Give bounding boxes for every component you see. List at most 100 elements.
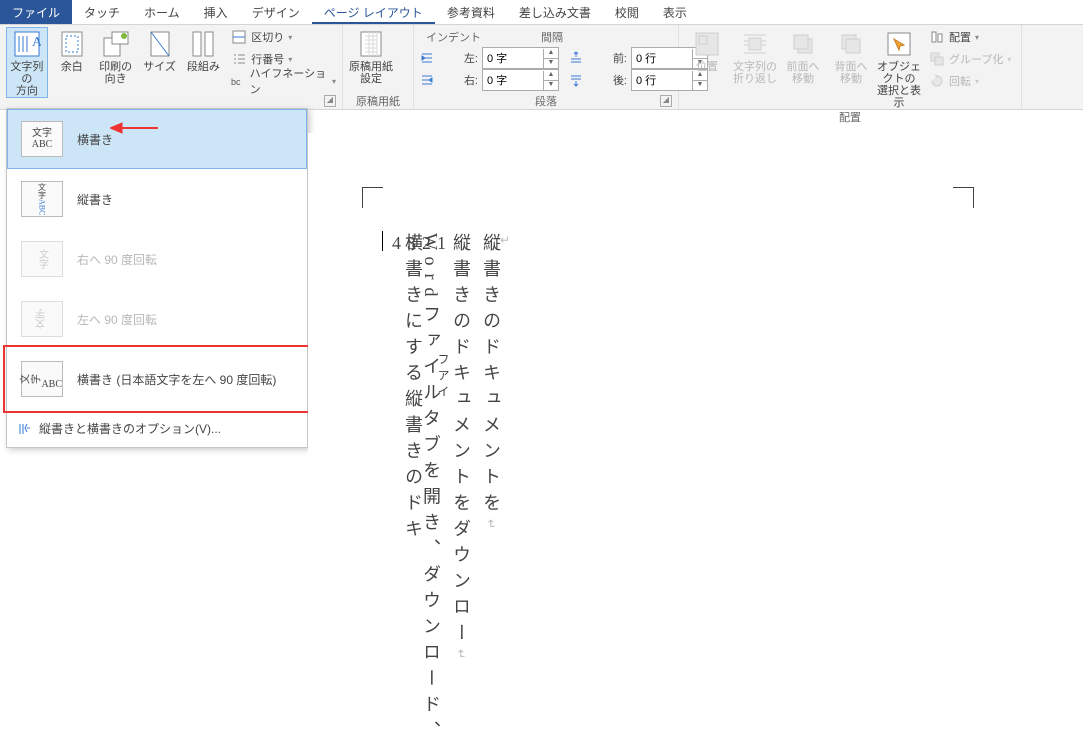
bring-forward-label: 前面へ移動	[787, 61, 820, 85]
dd-vertical-thumb: 文字ABC	[21, 181, 63, 217]
orientation-label: 印刷の向き	[99, 61, 132, 85]
send-backward-button: 背面へ移動	[829, 27, 873, 85]
arrange-group-label: 配置	[685, 109, 1015, 125]
dd-horizontal-thumb: 文字ABC	[21, 121, 63, 157]
svg-text:bc: bc	[231, 77, 241, 87]
tab-review[interactable]: 校閲	[603, 0, 651, 24]
rotate-label: 回転	[949, 73, 971, 89]
tab-page-layout[interactable]: ページ レイアウト	[312, 0, 435, 24]
ribbon-tabs: ファイル タッチ ホーム 挿入 デザイン ページ レイアウト 参考資料 差し込み…	[0, 0, 1083, 25]
dd-horizontal[interactable]: 文字ABC 横書き	[7, 109, 307, 169]
svg-text:A: A	[32, 35, 41, 50]
text-cursor	[382, 231, 383, 251]
dd-vertical[interactable]: 文字ABC 縦書き	[7, 169, 307, 229]
spacing-before-icon	[569, 51, 583, 65]
doc-col-4: 横書きにする縦書きのドキ	[398, 233, 428, 545]
document-area[interactable]: 縦書きのドキュメントを↵ 縦書きのドキュメントをダウンロー↵ Wordファイルタ…	[308, 133, 1083, 680]
margins-label: 余白	[61, 61, 83, 73]
position-label: 位置	[696, 61, 718, 73]
dd-options-label: 縦書きと横書きのオプション(V)...	[39, 420, 221, 437]
tab-touch[interactable]: タッチ	[72, 0, 132, 24]
return-mark: ↵	[500, 233, 510, 247]
indent-right-icon	[420, 73, 434, 87]
manuscript-button[interactable]: 原稿用紙設定	[349, 27, 393, 85]
selection-pane-button[interactable]: オブジェクトの選択と表示	[877, 27, 921, 109]
indent-left-icon	[420, 51, 434, 65]
group-objects-label: グループ化	[949, 51, 1003, 67]
indent-title: インデント	[426, 29, 481, 45]
hyphenation-button[interactable]: bcハイフネーション▾	[231, 71, 336, 91]
text-direction-dropdown: 文字ABC 横書き 文字ABC 縦書き 文字 右へ 90 度回転 文字 左へ 9…	[6, 108, 308, 448]
group-paragraph: インデント 間隔 左:▲▼ 右:▲▼ 前:▲▼ 後:▲▼ 段落◢	[414, 25, 679, 109]
dd-horizontal-rot90-label: 横書き (日本語文字を左へ 90 度回転)	[77, 371, 276, 388]
tab-references[interactable]: 参考資料	[435, 0, 507, 24]
indent-left-label: 左:	[438, 50, 478, 66]
align-label: 配置	[949, 29, 971, 45]
doc-col-5: 4321	[392, 233, 452, 254]
tab-insert[interactable]: 挿入	[192, 0, 240, 24]
tab-file[interactable]: ファイル	[0, 0, 72, 24]
hyphenation-label: ハイフネーション	[250, 65, 328, 97]
orientation-button[interactable]: 印刷の向き	[96, 27, 136, 85]
dd-horizontal-rot90[interactable]: 文字ABC 横書き (日本語文字を左へ 90 度回転)	[7, 349, 307, 409]
dd-rotate-right: 文字 右へ 90 度回転	[7, 229, 307, 289]
group-objects-button: グループ化▾	[929, 49, 1011, 69]
indent-right-spinner[interactable]: ▲▼	[543, 71, 558, 90]
dd-horizontal-rot90-thumb: 文字ABC	[21, 361, 63, 397]
wrap-button: 文字列の折り返し	[733, 27, 777, 85]
dd-rotate-left-thumb: 文字	[21, 301, 63, 337]
align-button[interactable]: 配置▾	[929, 27, 1011, 47]
spacing-after-label: 後:	[587, 72, 627, 88]
doc-col-3: フアイ	[428, 353, 458, 401]
margin-corner-tl	[362, 187, 383, 208]
wrap-label: 文字列の折り返し	[733, 61, 777, 85]
tab-mailings[interactable]: 差し込み文書	[507, 0, 603, 24]
doc-col-1: 縦書きのドキュメントをダウンロー↵	[446, 233, 476, 667]
dd-horizontal-label: 横書き	[77, 131, 113, 148]
tab-home[interactable]: ホーム	[132, 0, 192, 24]
rotate-button: 回転▾	[929, 71, 1011, 91]
paragraph-dialog-launcher[interactable]: ◢	[660, 95, 672, 107]
dd-rotate-left: 文字 左へ 90 度回転	[7, 289, 307, 349]
spacing-title: 間隔	[541, 29, 563, 45]
group-page-setup: A 文字列の方向 余白 印刷の向き サイズ 段組み 区切り▾ 行番号▾	[0, 25, 343, 109]
dd-separator	[7, 411, 307, 412]
breaks-button[interactable]: 区切り▾	[231, 27, 336, 47]
columns-button[interactable]: 段組み	[183, 27, 223, 73]
dd-rotate-right-label: 右へ 90 度回転	[77, 251, 157, 268]
size-label: サイズ	[143, 61, 176, 73]
size-button[interactable]: サイズ	[140, 27, 180, 73]
spacing-after-icon	[569, 73, 583, 87]
dd-rotate-right-thumb: 文字	[21, 241, 63, 277]
text-direction-options-icon	[17, 422, 31, 436]
manuscript-group-label: 原稿用紙	[349, 93, 407, 109]
position-button: 位置	[685, 27, 729, 73]
margin-corner-tr	[953, 187, 974, 208]
doc-col-0: 縦書きのドキュメントを↵	[476, 233, 506, 537]
indent-right-label: 右:	[438, 72, 478, 88]
group-arrange: 位置 文字列の折り返し 前面へ移動 背面へ移動 オブジェクトの選択と表示 配置▾…	[679, 25, 1022, 109]
selection-pane-label: オブジェクトの選択と表示	[877, 61, 921, 109]
tab-design[interactable]: デザイン	[240, 0, 312, 24]
text-direction-label: 文字列の方向	[7, 61, 47, 97]
page-setup-dialog-launcher[interactable]: ◢	[324, 95, 336, 107]
send-backward-label: 背面へ移動	[835, 61, 868, 85]
page: 縦書きのドキュメントを↵ 縦書きのドキュメントをダウンロー↵ Wordファイルタ…	[348, 173, 988, 693]
bring-forward-button: 前面へ移動	[781, 27, 825, 85]
ribbon: A 文字列の方向 余白 印刷の向き サイズ 段組み 区切り▾ 行番号▾	[0, 25, 1083, 110]
indent-left-input[interactable]	[483, 52, 543, 64]
dd-options[interactable]: 縦書きと横書きのオプション(V)...	[7, 414, 307, 443]
text-direction-button[interactable]: A 文字列の方向	[6, 27, 48, 98]
indent-left-spinner[interactable]: ▲▼	[543, 49, 558, 68]
dd-rotate-left-label: 左へ 90 度回転	[77, 311, 157, 328]
margins-button[interactable]: 余白	[52, 27, 92, 73]
manuscript-label: 原稿用紙設定	[349, 61, 393, 85]
tab-view[interactable]: 表示	[651, 0, 699, 24]
breaks-label: 区切り	[251, 29, 284, 45]
group-manuscript: 原稿用紙設定 原稿用紙	[343, 25, 414, 109]
dd-vertical-label: 縦書き	[77, 191, 113, 208]
columns-label: 段組み	[187, 61, 220, 73]
indent-right-input[interactable]	[483, 74, 543, 86]
spacing-before-label: 前:	[587, 50, 627, 66]
paragraph-group-label: 段落◢	[420, 93, 672, 109]
